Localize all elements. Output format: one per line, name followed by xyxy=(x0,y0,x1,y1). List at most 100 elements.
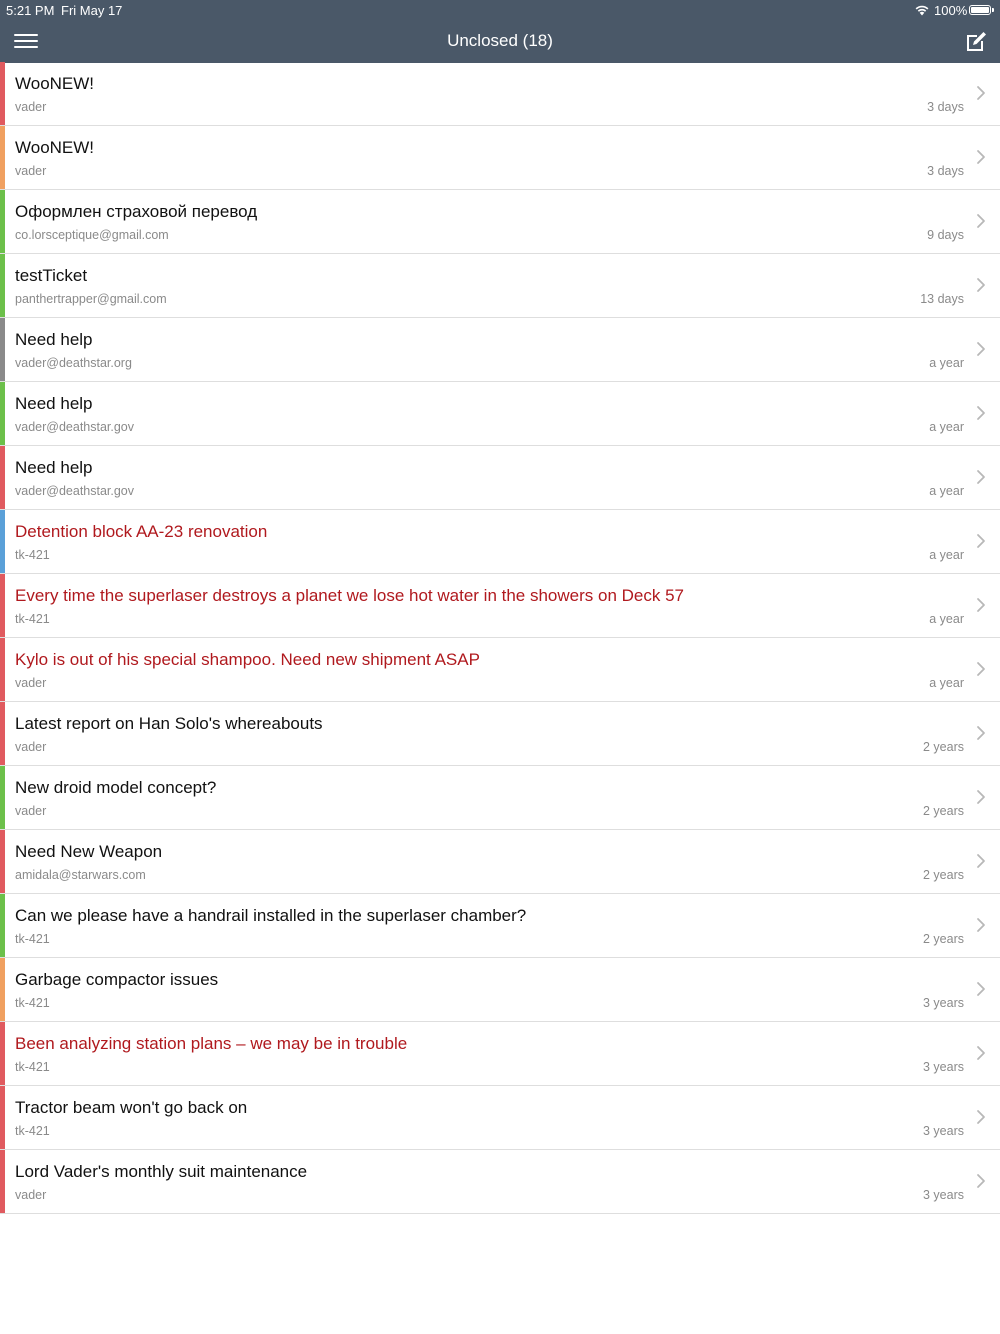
ticket-subject: Lord Vader's monthly suit maintenance xyxy=(15,1162,308,1181)
compose-icon[interactable] xyxy=(964,30,988,54)
chevron-right-icon xyxy=(977,150,985,164)
ticket-age: 3 years xyxy=(923,1188,964,1202)
ticket-age: 9 days xyxy=(927,228,964,242)
ticket-row[interactable]: Need New Weapon amidala@starwars.com 2 yea… xyxy=(0,830,1000,894)
priority-bar xyxy=(0,62,5,125)
priority-bar xyxy=(0,702,5,765)
ticket-sender: vader xyxy=(15,164,47,178)
ticket-row[interactable]: Been analyzing station plans – we may be… xyxy=(0,1022,1000,1086)
chevron-right-icon xyxy=(977,1046,985,1060)
ticket-subject: Need help xyxy=(15,330,93,349)
ticket-subject: Every time the superlaser destroys a pla… xyxy=(15,586,685,605)
ticket-subject: Kylo is out of his special shampoo. Need… xyxy=(15,650,480,669)
ticket-subject: Latest report on Han Solo's whereabouts xyxy=(15,714,323,733)
ticket-row[interactable]: Оформлен страховой перевод co.lorsceptiqu… xyxy=(0,190,1000,254)
ticket-subject: Been analyzing station plans – we may be… xyxy=(15,1034,408,1053)
status-date: Fri May 17 xyxy=(61,3,123,18)
ticket-row[interactable]: Can we please have a handrail installed … xyxy=(0,894,1000,958)
ticket-age: 3 days xyxy=(927,100,964,114)
chevron-right-icon xyxy=(977,1110,985,1124)
ticket-age: a year xyxy=(929,612,964,626)
chevron-right-icon xyxy=(977,342,985,356)
priority-bar xyxy=(0,382,5,445)
chevron-right-icon xyxy=(977,790,985,804)
ticket-row[interactable]: Latest report on Han Solo's whereabouts v… xyxy=(0,702,1000,766)
ticket-sender: tk-421 xyxy=(15,1060,50,1074)
priority-bar xyxy=(0,766,5,829)
chevron-right-icon xyxy=(977,214,985,228)
priority-bar xyxy=(0,894,5,957)
ticket-row[interactable]: Lord Vader's monthly suit maintenance vad… xyxy=(0,1150,1000,1214)
chevron-right-icon xyxy=(977,982,985,996)
chevron-right-icon xyxy=(977,918,985,932)
ticket-subject: Оформлен страховой перевод xyxy=(15,202,258,221)
ticket-sender: panthertrapper@gmail.com xyxy=(15,292,167,306)
ticket-sender: vader@deathstar.gov xyxy=(15,420,135,434)
ticket-row[interactable]: WooNEW! vader 3 days xyxy=(0,126,1000,190)
ticket-age: 3 years xyxy=(923,1124,964,1138)
ticket-row[interactable]: Every time the superlaser destroys a pla… xyxy=(0,574,1000,638)
ticket-age: 13 days xyxy=(920,292,964,306)
chevron-right-icon xyxy=(977,470,985,484)
ticket-subject: Need help xyxy=(15,394,93,413)
chevron-right-icon xyxy=(977,278,985,292)
status-time: 5:21 PM xyxy=(6,3,55,18)
ticket-row[interactable]: Need help vader@deathstar.gov a year xyxy=(0,382,1000,446)
status-bar: 5:21 PM Fri May 17 100% xyxy=(0,0,1000,20)
ticket-age: a year xyxy=(929,356,964,370)
ticket-age: 3 years xyxy=(923,996,964,1010)
ticket-subject: Need New Weapon xyxy=(15,842,163,861)
wifi-icon xyxy=(915,5,929,16)
ticket-row[interactable]: testTicket panthertrapper@gmail.com 13 day… xyxy=(0,254,1000,318)
ticket-age: 2 years xyxy=(923,740,964,754)
ticket-subject: WooNEW! xyxy=(15,138,95,157)
ticket-subject: WooNEW! xyxy=(15,74,95,93)
ticket-row[interactable]: Tractor beam won't go back on tk-421 3 yea… xyxy=(0,1086,1000,1150)
ticket-age: 3 years xyxy=(923,1060,964,1074)
ticket-sender: amidala@starwars.com xyxy=(15,868,146,882)
chevron-right-icon xyxy=(977,406,985,420)
battery-percent: 100% xyxy=(934,3,968,18)
chevron-right-icon xyxy=(977,854,985,868)
page-title: Unclosed (18) xyxy=(447,31,553,50)
priority-bar xyxy=(0,638,5,701)
ticket-row[interactable]: Need help vader@deathstar.gov a year xyxy=(0,446,1000,510)
ticket-sender: vader xyxy=(15,804,47,818)
ticket-age: 2 years xyxy=(923,804,964,818)
ticket-row[interactable]: WooNEW! vader 3 days xyxy=(0,62,1000,126)
ticket-row[interactable]: New droid model concept? vader 2 years xyxy=(0,766,1000,830)
ticket-row[interactable]: Detention block AA-23 renovation tk-421 a … xyxy=(0,510,1000,574)
ticket-row[interactable]: Need help vader@deathstar.org a year xyxy=(0,318,1000,382)
ticket-sender: co.lorsceptique@gmail.com xyxy=(15,228,169,242)
priority-bar xyxy=(0,958,5,1021)
priority-bar xyxy=(0,446,5,509)
ticket-subject: Detention block AA-23 renovation xyxy=(15,522,268,541)
priority-bar xyxy=(0,1022,5,1085)
ticket-subject: Tractor beam won't go back on xyxy=(15,1098,248,1117)
priority-bar xyxy=(0,510,5,573)
ticket-age: a year xyxy=(929,676,964,690)
battery-icon xyxy=(969,5,994,15)
ticket-subject: testTicket xyxy=(15,266,88,285)
priority-bar xyxy=(0,190,5,253)
ticket-subject: Can we please have a handrail installed … xyxy=(15,906,527,925)
ticket-age: 2 years xyxy=(923,932,964,946)
chevron-right-icon xyxy=(977,598,985,612)
priority-bar xyxy=(0,126,5,189)
ticket-sender: tk-421 xyxy=(15,612,50,626)
ticket-age: a year xyxy=(929,484,964,498)
priority-bar xyxy=(0,318,5,381)
ticket-sender: vader xyxy=(15,676,47,690)
ticket-row[interactable]: Kylo is out of his special shampoo. Need… xyxy=(0,638,1000,702)
priority-bar xyxy=(0,1086,5,1149)
priority-bar xyxy=(0,1150,5,1213)
ticket-sender: vader@deathstar.org xyxy=(15,356,132,370)
ticket-row[interactable]: Garbage compactor issues tk-421 3 years xyxy=(0,958,1000,1022)
chevron-right-icon xyxy=(977,662,985,676)
priority-bar xyxy=(0,254,5,317)
ticket-subject: Need help xyxy=(15,458,93,477)
ticket-age: 2 years xyxy=(923,868,964,882)
chevron-right-icon xyxy=(977,534,985,548)
ticket-age: a year xyxy=(929,420,964,434)
ticket-subject: Garbage compactor issues xyxy=(15,970,219,989)
